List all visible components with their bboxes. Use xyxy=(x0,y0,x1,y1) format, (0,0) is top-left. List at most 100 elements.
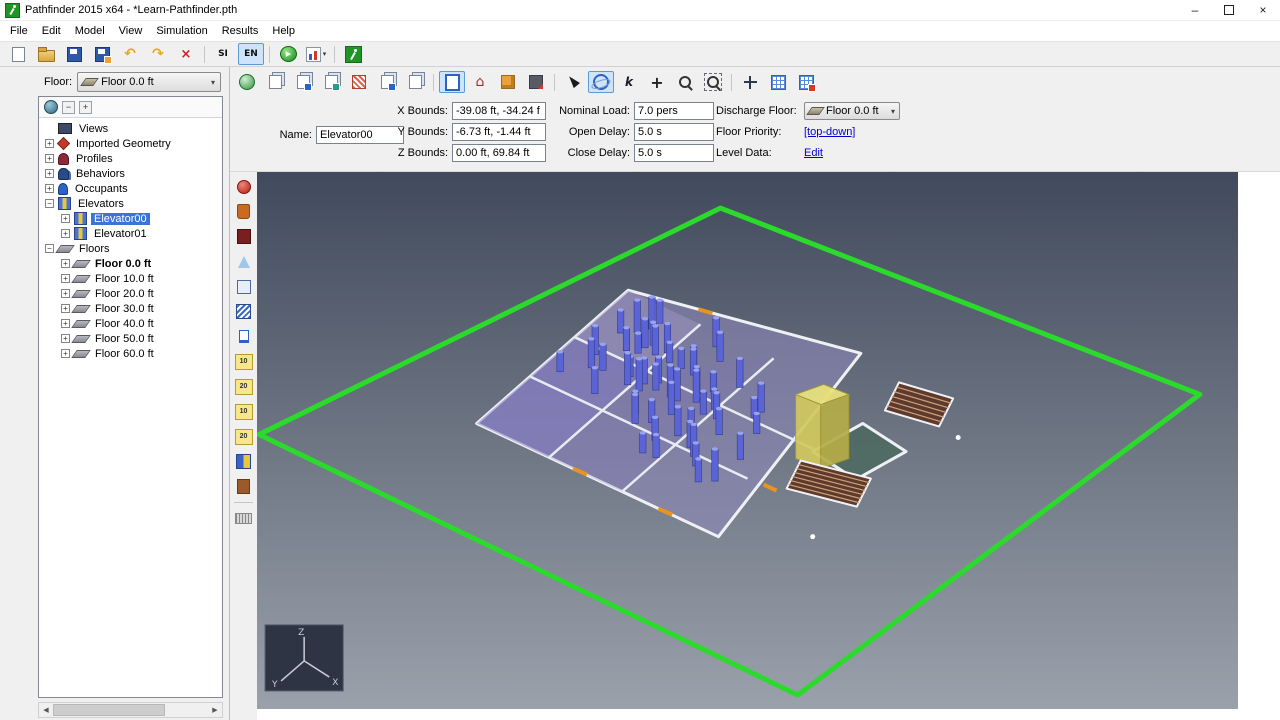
scrollbar-track[interactable] xyxy=(53,703,208,717)
import-geometry-button[interactable] xyxy=(523,71,549,93)
en-units-button[interactable]: EN xyxy=(238,43,264,65)
tree-item-imported-geometry[interactable]: + Imported Geometry xyxy=(39,136,222,151)
tree-expander-icon[interactable]: + xyxy=(45,169,54,178)
tree-item-floor-60-0-ft[interactable]: + Floor 60.0 ft xyxy=(39,346,222,361)
menu-simulation[interactable]: Simulation xyxy=(149,23,214,39)
tree-expander-icon[interactable]: + xyxy=(61,349,70,358)
walk-tool-button[interactable]: k xyxy=(616,71,642,93)
zoom-tool-button[interactable] xyxy=(672,71,698,93)
center-view-button[interactable] xyxy=(737,71,763,93)
add-occupant-group-button[interactable] xyxy=(231,225,256,248)
new-file-button[interactable] xyxy=(5,43,31,65)
3d-viewport[interactable]: Z Y X xyxy=(257,172,1238,709)
x-bounds-input[interactable] xyxy=(452,102,546,120)
draw-rooms-button[interactable]: ⌂ xyxy=(467,71,493,93)
menu-edit[interactable]: Edit xyxy=(35,23,68,39)
tree-expander-icon[interactable]: + xyxy=(61,274,70,283)
add-waypoint-button[interactable] xyxy=(231,175,256,198)
tree-item-floor-50-0-ft[interactable]: + Floor 50.0 ft xyxy=(39,331,222,346)
tree-item-views[interactable]: Views xyxy=(39,121,222,136)
menu-results[interactable]: Results xyxy=(215,23,266,39)
undo-button[interactable]: ↶ xyxy=(117,43,143,65)
copy-button[interactable] xyxy=(262,71,288,93)
collapse-all-button[interactable]: − xyxy=(62,100,75,114)
snap-grid-button[interactable] xyxy=(765,71,791,93)
add-obstruction-button[interactable] xyxy=(231,275,256,298)
open-file-button[interactable] xyxy=(33,43,59,65)
minimize-button[interactable]: – xyxy=(1178,0,1212,20)
add-stairs-20-button[interactable]: 20 xyxy=(231,375,256,398)
scroll-left-button[interactable]: ◀ xyxy=(39,703,53,717)
add-ramp-10-button[interactable]: 10 xyxy=(231,400,256,423)
tree-expander-icon[interactable]: − xyxy=(45,244,54,253)
si-units-button[interactable]: SI xyxy=(210,43,236,65)
3d-scene-canvas[interactable]: Z Y X xyxy=(257,172,1238,709)
tree-item-elevators[interactable]: − Elevators xyxy=(39,196,222,211)
tree-expander-icon[interactable]: + xyxy=(61,229,70,238)
tree-item-profiles[interactable]: + Profiles xyxy=(39,151,222,166)
close-button[interactable]: × xyxy=(1246,0,1280,20)
scroll-right-button[interactable]: ▶ xyxy=(208,703,222,717)
tree-filter-icon[interactable] xyxy=(44,100,58,114)
nominal-load-input[interactable] xyxy=(634,102,714,120)
orientation-gizmo[interactable]: Z Y X xyxy=(264,624,344,692)
tree-expander-icon[interactable]: + xyxy=(61,289,70,298)
zoom-box-tool-button[interactable] xyxy=(700,71,726,93)
add-stairs-10-button[interactable]: 10 xyxy=(231,350,256,373)
delete-button[interactable]: × xyxy=(173,43,199,65)
add-stairs-button[interactable] xyxy=(231,300,256,323)
tree-item-elevator01[interactable]: + Elevator01 xyxy=(39,226,222,241)
z-bounds-input[interactable] xyxy=(452,144,546,162)
tree-item-floor-30-0-ft[interactable]: + Floor 30.0 ft xyxy=(39,301,222,316)
tree-expander-icon[interactable]: − xyxy=(45,199,54,208)
orbit-tool-button[interactable] xyxy=(588,71,614,93)
level-data-edit-link[interactable]: Edit xyxy=(804,147,823,159)
menu-view[interactable]: View xyxy=(112,23,150,39)
tree-item-floor-10-0-ft[interactable]: + Floor 10.0 ft xyxy=(39,271,222,286)
paste-button[interactable] xyxy=(290,71,316,93)
ungroup-button[interactable] xyxy=(402,71,428,93)
floor-selector-dropdown[interactable]: Floor 0.0 ft ▾ xyxy=(77,72,221,92)
tree-expander-icon[interactable]: + xyxy=(61,319,70,328)
tree-item-floors[interactable]: − Floors xyxy=(39,241,222,256)
y-bounds-input[interactable] xyxy=(452,123,546,141)
redo-button[interactable]: ↷ xyxy=(145,43,171,65)
menu-file[interactable]: File xyxy=(3,23,35,39)
add-door-button[interactable] xyxy=(231,325,256,348)
discharge-floor-dropdown[interactable]: Floor 0.0 ft ▾ xyxy=(804,102,900,120)
tree-item-behaviors[interactable]: + Behaviors xyxy=(39,166,222,181)
close-delay-input[interactable] xyxy=(634,144,714,162)
add-ramp-20-button[interactable]: 20 xyxy=(231,425,256,448)
tree-expander-icon[interactable]: + xyxy=(61,304,70,313)
tree-item-occupants[interactable]: + Occupants xyxy=(39,181,222,196)
tree-expander-icon[interactable]: + xyxy=(61,214,70,223)
tree-expander-icon[interactable]: + xyxy=(45,139,54,148)
menu-help[interactable]: Help xyxy=(265,23,302,39)
tree-item-floor-40-0-ft[interactable]: + Floor 40.0 ft xyxy=(39,316,222,331)
measure-tool-button[interactable] xyxy=(231,507,256,530)
show-results-button[interactable]: ▾ xyxy=(303,43,329,65)
tree-expander-icon[interactable]: + xyxy=(45,184,54,193)
floor-priority-link[interactable]: [top-down] xyxy=(804,126,855,138)
menu-model[interactable]: Model xyxy=(68,23,112,39)
tree-item-floor-0-0-ft[interactable]: + Floor 0.0 ft xyxy=(39,256,222,271)
grid-settings-button[interactable] xyxy=(793,71,819,93)
paste-special-button[interactable] xyxy=(346,71,372,93)
add-elevator-button[interactable] xyxy=(231,450,256,473)
scrollbar-thumb[interactable] xyxy=(53,704,165,716)
tree-item-elevator00[interactable]: + Elevator00 xyxy=(39,211,222,226)
tree-horizontal-scrollbar[interactable]: ◀ ▶ xyxy=(38,702,223,718)
select-tool-button[interactable] xyxy=(560,71,586,93)
tree-expander-icon[interactable]: + xyxy=(61,334,70,343)
draw-walls-button[interactable] xyxy=(439,71,465,93)
save-as-button[interactable] xyxy=(89,43,115,65)
tree-item-floor-20-0-ft[interactable]: + Floor 20.0 ft xyxy=(39,286,222,301)
add-room-button[interactable] xyxy=(231,200,256,223)
add-cone-button[interactable] xyxy=(231,250,256,273)
open-delay-input[interactable] xyxy=(634,123,714,141)
tree-expander-icon[interactable]: + xyxy=(61,259,70,268)
tree-expander-icon[interactable]: + xyxy=(45,154,54,163)
maximize-button[interactable] xyxy=(1212,0,1246,20)
run-simulation-button[interactable]: ▶ xyxy=(275,43,301,65)
group-button[interactable] xyxy=(374,71,400,93)
